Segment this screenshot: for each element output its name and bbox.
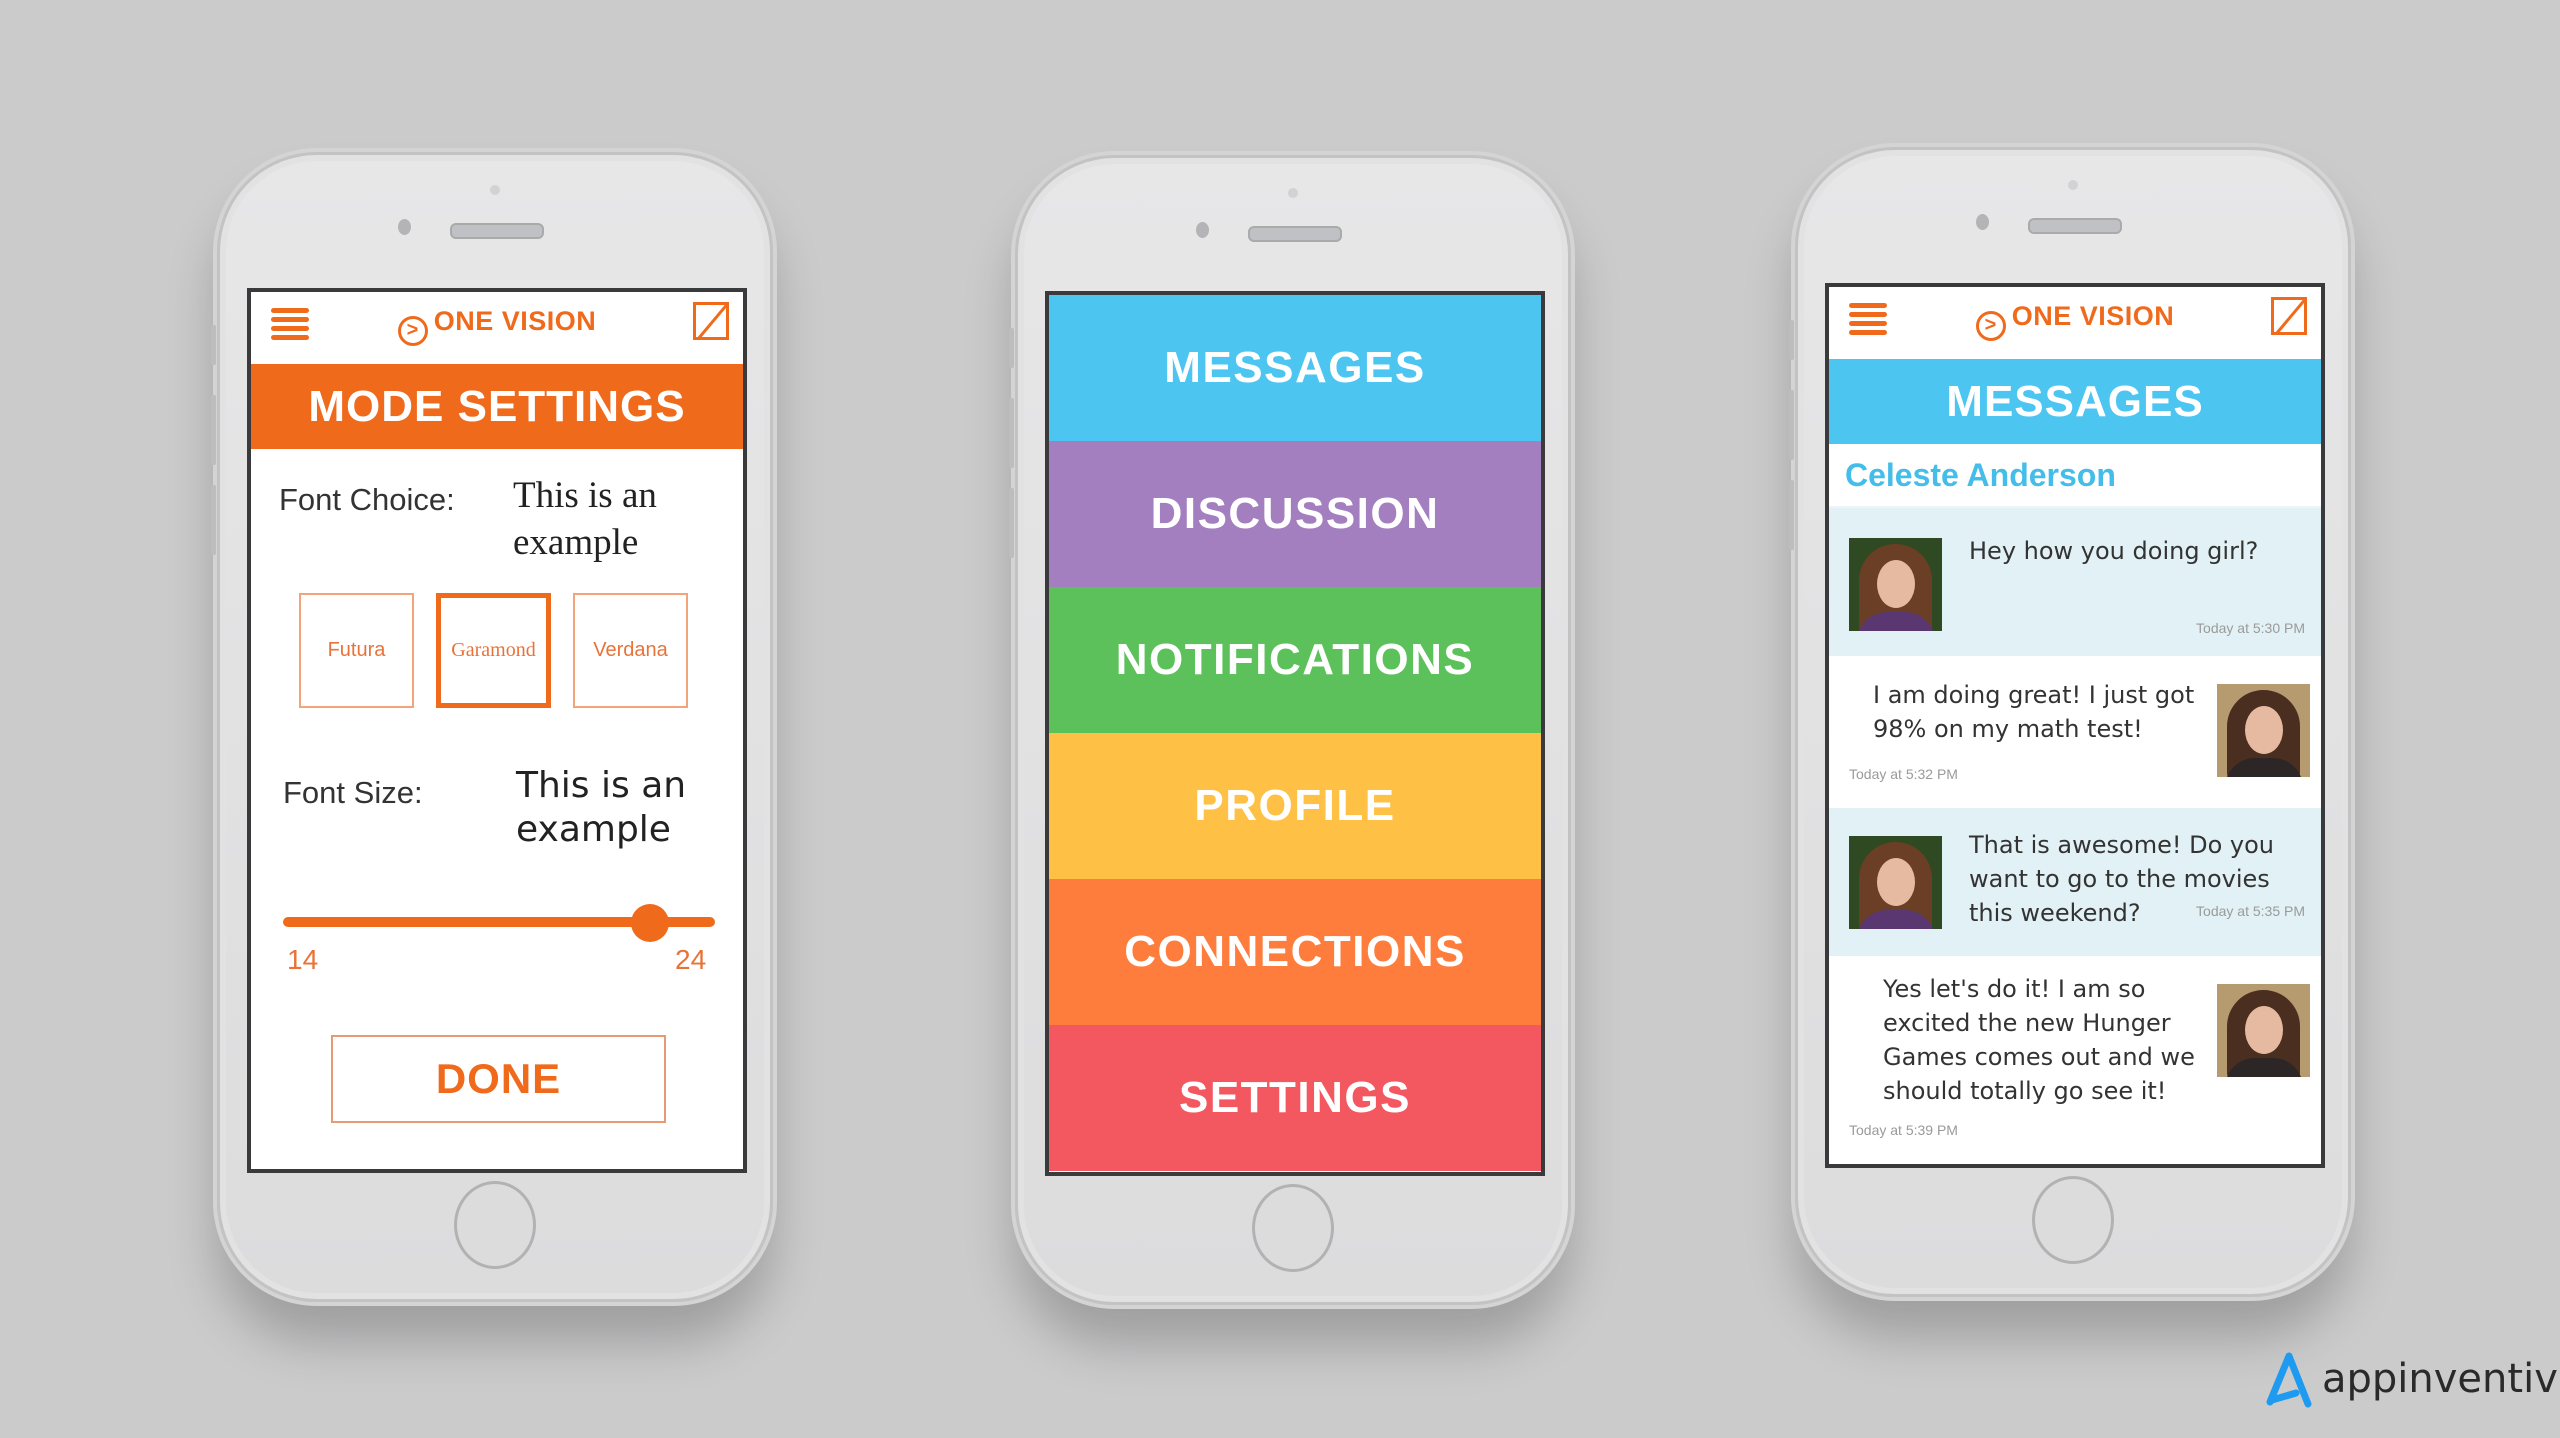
menu-item-settings[interactable]: SETTINGS [1049, 1025, 1541, 1171]
message-item: Hey how you doing girl? Today at 5:30 PM [1829, 508, 2321, 656]
font-option-verdana[interactable]: Verdana [573, 593, 688, 708]
slider-min-label: 14 [287, 944, 319, 975]
home-button[interactable] [1252, 1184, 1334, 1272]
font-size-label: Font Size: [283, 775, 423, 810]
font-option-futura[interactable]: Futura [299, 593, 414, 708]
side-button [1009, 488, 1014, 558]
message-item: Yes let's do it! I am so excited the new… [1829, 956, 2321, 1156]
main-menu-screen: MESSAGES DISCUSSION NOTIFICATIONS PROFIL… [1045, 291, 1545, 1176]
sensor-dot [490, 185, 500, 195]
side-button [1789, 320, 1794, 360]
font-size-slider-thumb[interactable] [631, 904, 670, 942]
earpiece-speaker [1248, 226, 1342, 242]
main-menu-list: MESSAGES DISCUSSION NOTIFICATIONS PROFIL… [1049, 295, 1541, 1171]
menu-item-notifications[interactable]: NOTIFICATIONS [1049, 587, 1541, 733]
message-time: Today at 5:32 PM [1849, 766, 1958, 782]
avatar-celeste [1849, 836, 1942, 929]
avatar-user [2217, 984, 2310, 1077]
side-button [1789, 480, 1794, 550]
contact-name[interactable]: Celeste Anderson [1829, 444, 2321, 508]
play-circle-icon: > [1975, 311, 2006, 341]
menu-item-messages[interactable]: MESSAGES [1049, 295, 1541, 441]
menu-item-discussion[interactable]: DISCUSSION [1049, 441, 1541, 587]
message-item: I am doing great! I just got 98% on my m… [1829, 656, 2321, 808]
mode-settings-screen: > ONE VISION MODE SETTINGS Font Choice: T… [247, 288, 747, 1173]
phone-mode-settings: > ONE VISION MODE SETTINGS Font Choice: T… [211, 152, 773, 1302]
compose-icon[interactable] [693, 302, 729, 340]
earpiece-speaker [450, 223, 544, 239]
front-camera [398, 219, 411, 235]
appinventiv-watermark: appinventiv [2262, 1350, 2558, 1408]
compose-icon[interactable] [2271, 297, 2307, 335]
avatar-celeste [1849, 538, 1942, 631]
brand-name: ONE VISION [2011, 301, 2175, 331]
side-button [211, 485, 216, 555]
font-choice-sample: This is an example [513, 475, 657, 563]
front-camera [1976, 214, 1989, 230]
front-camera [1196, 222, 1209, 238]
slider-max-label: 24 [675, 944, 707, 975]
brand-logo: > ONE VISION [251, 306, 743, 346]
message-text: Yes let's do it! I am so excited the new… [1883, 975, 2195, 1105]
font-size-sample: This is an example [516, 765, 687, 850]
phone-main-menu: MESSAGES DISCUSSION NOTIFICATIONS PROFIL… [1009, 155, 1571, 1305]
brand-name: ONE VISION [433, 306, 597, 336]
message-item: That is awesome! Do you want to go to th… [1829, 808, 2321, 956]
page-title: MODE SETTINGS [251, 364, 743, 449]
done-button[interactable]: DONE [331, 1035, 666, 1123]
side-button [1009, 328, 1014, 368]
side-button [211, 395, 216, 465]
page-title: MESSAGES [1829, 359, 2321, 444]
message-text: I am doing great! I just got 98% on my m… [1873, 681, 2195, 743]
side-button [1009, 398, 1014, 468]
message-time: Today at 5:35 PM [2196, 903, 2305, 919]
sensor-dot [1288, 188, 1298, 198]
font-choice-label: Font Choice: [279, 482, 455, 517]
side-button [1789, 390, 1794, 460]
home-button[interactable] [454, 1181, 536, 1269]
home-button[interactable] [2032, 1176, 2114, 1264]
appinventiv-logo-icon [2266, 1352, 2312, 1408]
earpiece-speaker [2028, 218, 2122, 234]
brand-logo: > ONE VISION [1829, 301, 2321, 341]
message-time: Today at 5:39 PM [1849, 1122, 1958, 1138]
message-time: Today at 5:30 PM [2196, 620, 2305, 636]
top-bar: > ONE VISION [251, 292, 743, 364]
phone-messages: > ONE VISION MESSAGES Celeste Anderson He… [1789, 147, 2351, 1297]
avatar-user [2217, 684, 2310, 777]
side-button [211, 325, 216, 365]
sensor-dot [2068, 180, 2078, 190]
message-text: Hey how you doing girl? [1969, 537, 2259, 565]
messages-screen: > ONE VISION MESSAGES Celeste Anderson He… [1825, 283, 2325, 1168]
font-option-garamond[interactable]: Garamond [436, 593, 551, 708]
play-circle-icon: > [397, 316, 428, 346]
menu-item-connections[interactable]: CONNECTIONS [1049, 879, 1541, 1025]
watermark-text: appinventiv [2322, 1356, 2558, 1402]
menu-item-profile[interactable]: PROFILE [1049, 733, 1541, 879]
top-bar: > ONE VISION [1829, 287, 2321, 359]
